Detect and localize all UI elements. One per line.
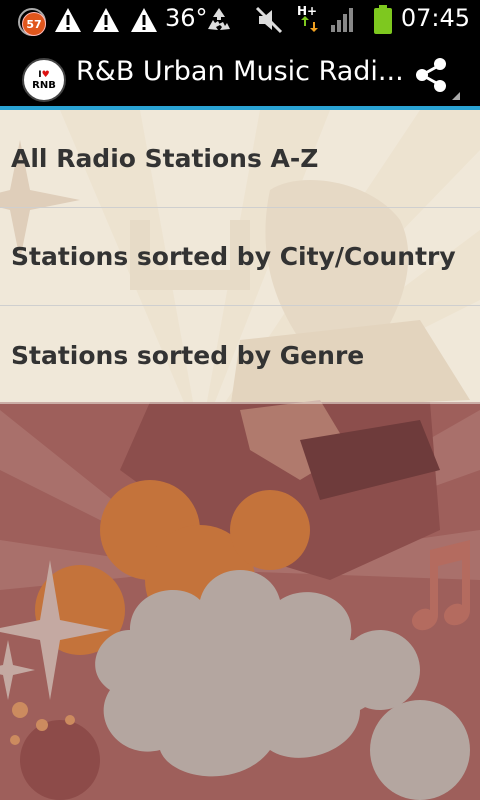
menu-item-all-stations[interactable]: All Radio Stations A-Z [0,110,480,208]
menu-item-by-genre[interactable]: Stations sorted by Genre [0,306,480,404]
station-menu-list: All Radio Stations A-Z Stations sorted b… [0,110,480,404]
mute-icon [255,6,283,34]
screen: 57 36° H+ 07:45 I♥ RNB R&B Urban Music R… [0,0,480,800]
action-bar: I♥ RNB R&B Urban Music Radi... [0,38,480,110]
temperature-text: 36° [165,4,208,32]
share-button[interactable] [410,54,462,102]
hplus-data-icon: H+ [297,4,318,32]
signal-icon [331,8,353,32]
heart-icon: ♥ [41,69,50,80]
clock-text: 07:45 [400,4,470,32]
app-title: R&B Urban Music Radi... [76,56,404,87]
notification-badge: 57 [22,12,46,36]
menu-item-label: Stations sorted by Genre [11,340,365,370]
battery-icon [374,5,392,34]
warning-icon [93,8,119,32]
status-bar: 57 36° H+ 07:45 [0,0,480,38]
logo-rnb-text: RNB [32,79,56,91]
share-icon [416,58,460,100]
app-logo[interactable]: I♥ RNB [22,58,66,102]
menu-item-by-city-country[interactable]: Stations sorted by City/Country [0,208,480,306]
menu-item-label: All Radio Stations A-Z [11,144,319,173]
recycle-icon [208,8,230,30]
warning-icon [131,8,157,32]
warning-icon [55,8,81,32]
content-area: All Radio Stations A-Z Stations sorted b… [0,110,480,800]
menu-item-label: Stations sorted by City/Country [11,242,456,271]
svg-text:H+: H+ [297,4,317,18]
